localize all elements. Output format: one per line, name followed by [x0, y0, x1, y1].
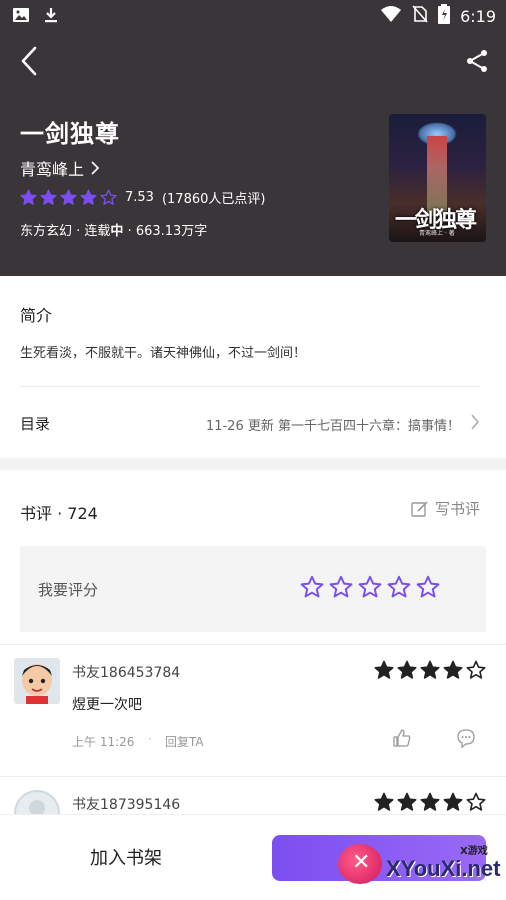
toc-label: 目录: [20, 415, 51, 433]
cover-author: 青鸾峰上 · 著: [419, 230, 455, 237]
divider: [0, 776, 506, 777]
rating-stars: [20, 189, 117, 206]
review-stars: [374, 660, 486, 680]
divider: [0, 644, 506, 645]
rate-prompt: 我要评分: [38, 581, 99, 599]
chevron-right-icon: [471, 414, 479, 430]
star-filled-icon: [443, 660, 463, 679]
no-sim-icon: [412, 5, 428, 27]
clock: 6:19: [460, 6, 496, 26]
star-empty-icon: [100, 189, 117, 205]
back-arrow-icon: [21, 46, 37, 76]
thumbs-up-icon: [393, 729, 411, 747]
download-icon: [42, 6, 60, 28]
rate-stars[interactable]: [300, 575, 440, 599]
star-filled-icon: [80, 189, 97, 205]
avatar-boy-icon: [14, 658, 60, 704]
comment-button[interactable]: [456, 728, 476, 752]
book-cover[interactable]: 一剑独尊 青鸾峰上 · 著: [389, 114, 486, 242]
intro-text[interactable]: 生死看淡，不服就干。诸天神佛仙，不过一剑间！: [20, 342, 306, 361]
chevron-right-icon: [91, 161, 100, 175]
divider: [20, 386, 480, 387]
intro-title: 简介: [20, 306, 53, 325]
star-filled-icon: [374, 660, 394, 679]
add-to-shelf-button[interactable]: 加入书架: [40, 843, 212, 875]
like-button[interactable]: [392, 728, 412, 752]
star-filled-icon: [397, 660, 417, 679]
status-bar: 6:19: [0, 0, 506, 30]
star-filled-icon: [60, 189, 77, 205]
wifi-icon: [380, 5, 402, 27]
review-text: 煜更一次吧: [72, 697, 142, 713]
star-empty-icon: [466, 660, 486, 679]
star-empty-icon[interactable]: [358, 575, 382, 599]
rating-row: 7.53 (17860人已点评): [20, 188, 265, 207]
reviews-title: 书评 · 724: [20, 504, 98, 523]
image-icon: [12, 6, 30, 28]
star-empty-icon[interactable]: [329, 575, 353, 599]
star-filled-icon: [20, 189, 37, 205]
back-button[interactable]: [14, 44, 44, 78]
reviewer-name[interactable]: 书友187395146: [72, 794, 180, 814]
rate-box: 我要评分: [20, 546, 486, 632]
avatar[interactable]: [14, 658, 60, 704]
battery-icon: [438, 4, 451, 28]
author-link[interactable]: 青鸾峰上: [20, 156, 100, 180]
review-stars: [374, 792, 486, 812]
star-filled-icon: [397, 792, 417, 811]
watermark-brand: XYouXi.net: [386, 856, 501, 881]
share-button[interactable]: [462, 44, 492, 78]
rating-count: (17860人已点评): [161, 192, 266, 207]
watermark-logo: ✕ XYouXi.net X游戏: [330, 836, 501, 892]
reply-button[interactable]: 回复TA: [165, 733, 204, 750]
edit-icon: [411, 500, 428, 517]
author-name: 青鸾峰上: [20, 160, 85, 179]
star-empty-icon[interactable]: [300, 575, 324, 599]
meta-wordcount: · 663.13万字: [123, 224, 208, 239]
comment-icon: [457, 729, 475, 749]
watermark-small: X游戏: [460, 846, 488, 857]
logo-x-glyph: ✕: [352, 850, 371, 875]
reviewer-name[interactable]: 书友186453784: [72, 662, 180, 682]
write-review-label: 写书评: [434, 500, 480, 518]
star-empty-icon: [466, 792, 486, 811]
separator-dot: ·: [148, 732, 152, 746]
star-empty-icon[interactable]: [387, 575, 411, 599]
star-filled-icon: [374, 792, 394, 811]
star-filled-icon: [420, 660, 440, 679]
star-empty-icon[interactable]: [416, 575, 440, 599]
meta-status: 中: [110, 224, 124, 239]
meta-genre: 东方玄幻 · 连载: [20, 224, 111, 239]
rating-score: 7.53: [125, 190, 154, 205]
intro-card: 简介 生死看淡，不服就干。诸天神佛仙，不过一剑间！ 目录 11-26 更新 第一…: [0, 276, 506, 458]
write-review-button[interactable]: 写书评: [411, 498, 480, 519]
review-time: 上午 11:26: [72, 735, 135, 749]
toc-latest-update: 11-26 更新 第一千七百四十六章：搞事情！: [205, 419, 460, 434]
star-filled-icon: [40, 189, 57, 205]
book-header: 一剑独尊 青鸾峰上 7.53 (17860人已点评) 东方玄幻 · 连载中 · …: [0, 30, 506, 276]
book-meta: 东方玄幻 · 连载中 · 663.13万字: [20, 220, 207, 239]
book-title: 一剑独尊: [20, 120, 120, 148]
share-icon: [467, 50, 487, 72]
star-filled-icon: [420, 792, 440, 811]
star-filled-icon: [443, 792, 463, 811]
